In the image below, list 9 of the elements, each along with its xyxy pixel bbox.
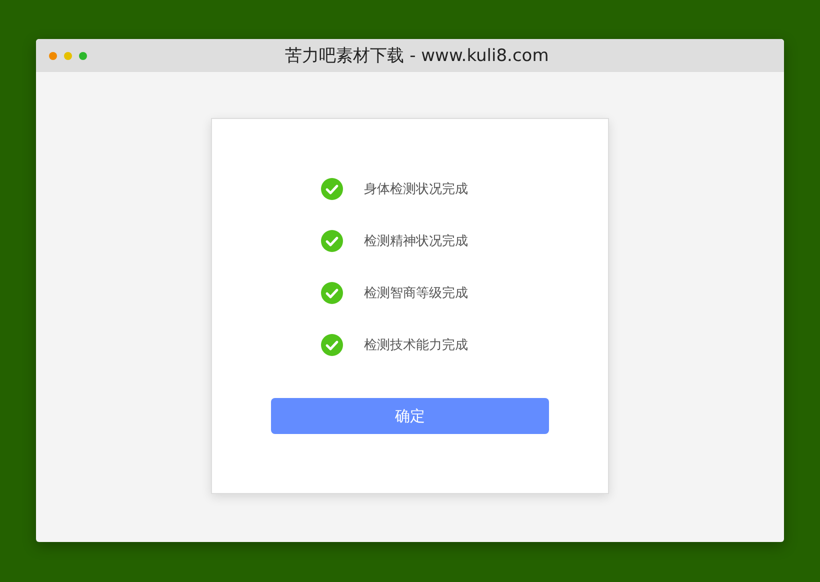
confirm-button[interactable]: 确定 bbox=[271, 398, 549, 434]
minimize-dot-icon[interactable] bbox=[64, 52, 72, 60]
check-label: 检测精神状况完成 bbox=[364, 233, 468, 250]
maximize-dot-icon[interactable] bbox=[79, 52, 87, 60]
check-label: 检测技术能力完成 bbox=[364, 337, 468, 354]
check-label: 检测智商等级完成 bbox=[364, 285, 468, 302]
window-title: 苦力吧素材下载 - www.kuli8.com bbox=[285, 45, 549, 67]
close-dot-icon[interactable] bbox=[49, 52, 57, 60]
check-label: 身体检测状况完成 bbox=[364, 181, 468, 198]
